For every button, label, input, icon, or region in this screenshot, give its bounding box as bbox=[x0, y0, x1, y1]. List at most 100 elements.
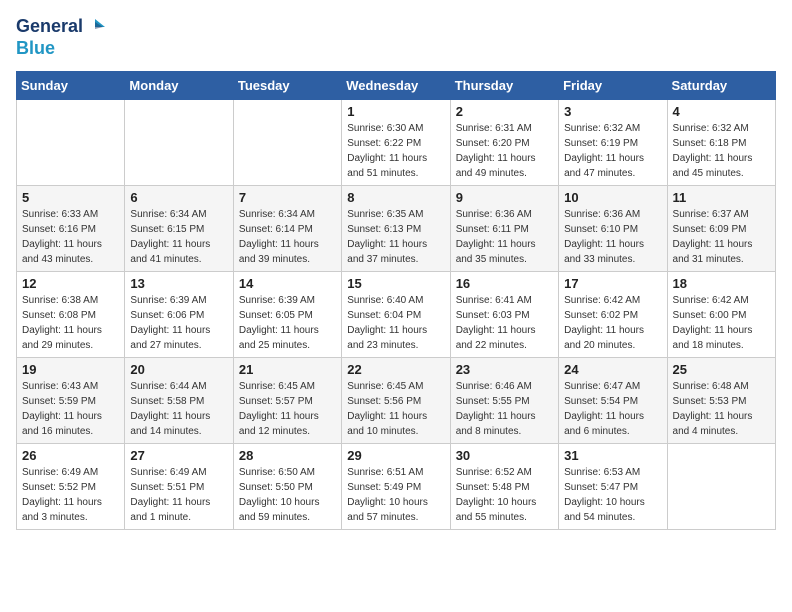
day-info: Sunrise: 6:51 AMSunset: 5:49 PMDaylight:… bbox=[347, 465, 444, 525]
logo: General Blue bbox=[16, 16, 105, 59]
day-number: 10 bbox=[564, 190, 661, 205]
weekday-header-tuesday: Tuesday bbox=[233, 72, 341, 100]
calendar-cell bbox=[233, 100, 341, 186]
day-number: 26 bbox=[22, 448, 119, 463]
calendar-cell: 2 Sunrise: 6:31 AMSunset: 6:20 PMDaylight… bbox=[450, 100, 558, 186]
calendar-week-row: 5 Sunrise: 6:33 AMSunset: 6:16 PMDaylight… bbox=[17, 186, 776, 272]
calendar-week-row: 26Sunrise: 6:49 AMSunset: 5:52 PMDayligh… bbox=[17, 444, 776, 530]
weekday-header-wednesday: Wednesday bbox=[342, 72, 450, 100]
logo-bird-icon bbox=[85, 17, 105, 37]
day-number: 12 bbox=[22, 276, 119, 291]
day-number: 29 bbox=[347, 448, 444, 463]
calendar-table: SundayMondayTuesdayWednesdayThursdayFrid… bbox=[16, 71, 776, 530]
day-number: 27 bbox=[130, 448, 227, 463]
day-info: Sunrise: 6:30 AMSunset: 6:22 PMDaylight:… bbox=[347, 121, 444, 181]
day-number: 5 bbox=[22, 190, 119, 205]
calendar-cell: 1 Sunrise: 6:30 AMSunset: 6:22 PMDaylight… bbox=[342, 100, 450, 186]
day-number: 21 bbox=[239, 362, 336, 377]
weekday-header-thursday: Thursday bbox=[450, 72, 558, 100]
day-number: 28 bbox=[239, 448, 336, 463]
calendar-cell bbox=[17, 100, 125, 186]
day-info: Sunrise: 6:39 AMSunset: 6:06 PMDaylight:… bbox=[130, 293, 227, 353]
calendar-cell: 18 Sunrise: 6:42 AMSunset: 6:00 PMDayligh… bbox=[667, 272, 775, 358]
logo-container: General Blue bbox=[16, 16, 105, 59]
calendar-cell: 28Sunrise: 6:50 AMSunset: 5:50 PMDayligh… bbox=[233, 444, 341, 530]
day-number: 9 bbox=[456, 190, 553, 205]
calendar-cell: 20Sunrise: 6:44 AMSunset: 5:58 PMDayligh… bbox=[125, 358, 233, 444]
day-info: Sunrise: 6:38 AMSunset: 6:08 PMDaylight:… bbox=[22, 293, 119, 353]
weekday-header-friday: Friday bbox=[559, 72, 667, 100]
day-info: Sunrise: 6:31 AMSunset: 6:20 PMDaylight:… bbox=[456, 121, 553, 181]
day-info: Sunrise: 6:45 AMSunset: 5:57 PMDaylight:… bbox=[239, 379, 336, 439]
calendar-cell: 7Sunrise: 6:34 AMSunset: 6:14 PMDaylight… bbox=[233, 186, 341, 272]
day-number: 11 bbox=[673, 190, 770, 205]
day-info: Sunrise: 6:32 AMSunset: 6:19 PMDaylight:… bbox=[564, 121, 661, 181]
calendar-cell: 17Sunrise: 6:42 AMSunset: 6:02 PMDayligh… bbox=[559, 272, 667, 358]
calendar-cell: 14 Sunrise: 6:39 AMSunset: 6:05 PMDayligh… bbox=[233, 272, 341, 358]
calendar-cell: 13 Sunrise: 6:39 AMSunset: 6:06 PMDayligh… bbox=[125, 272, 233, 358]
day-info: Sunrise: 6:34 AMSunset: 6:15 PMDaylight:… bbox=[130, 207, 227, 267]
day-info: Sunrise: 6:53 AMSunset: 5:47 PMDaylight:… bbox=[564, 465, 661, 525]
day-info: Sunrise: 6:39 AMSunset: 6:05 PMDaylight:… bbox=[239, 293, 336, 353]
day-info: Sunrise: 6:42 AMSunset: 6:00 PMDaylight:… bbox=[673, 293, 770, 353]
calendar-cell: 19Sunrise: 6:43 AMSunset: 5:59 PMDayligh… bbox=[17, 358, 125, 444]
day-number: 16 bbox=[456, 276, 553, 291]
calendar-cell: 9 Sunrise: 6:36 AMSunset: 6:11 PMDaylight… bbox=[450, 186, 558, 272]
day-info: Sunrise: 6:34 AMSunset: 6:14 PMDaylight:… bbox=[239, 207, 336, 267]
day-info: Sunrise: 6:48 AMSunset: 5:53 PMDaylight:… bbox=[673, 379, 770, 439]
day-number: 14 bbox=[239, 276, 336, 291]
calendar-cell: 11 Sunrise: 6:37 AMSunset: 6:09 PMDayligh… bbox=[667, 186, 775, 272]
day-number: 2 bbox=[456, 104, 553, 119]
day-info: Sunrise: 6:37 AMSunset: 6:09 PMDaylight:… bbox=[673, 207, 770, 267]
day-number: 1 bbox=[347, 104, 444, 119]
calendar-cell: 5 Sunrise: 6:33 AMSunset: 6:16 PMDaylight… bbox=[17, 186, 125, 272]
calendar-cell: 25 Sunrise: 6:48 AMSunset: 5:53 PMDayligh… bbox=[667, 358, 775, 444]
day-info: Sunrise: 6:46 AMSunset: 5:55 PMDaylight:… bbox=[456, 379, 553, 439]
calendar-cell: 22 Sunrise: 6:45 AMSunset: 5:56 PMDayligh… bbox=[342, 358, 450, 444]
day-number: 3 bbox=[564, 104, 661, 119]
calendar-cell: 21 Sunrise: 6:45 AMSunset: 5:57 PMDayligh… bbox=[233, 358, 341, 444]
calendar-week-row: 1 Sunrise: 6:30 AMSunset: 6:22 PMDaylight… bbox=[17, 100, 776, 186]
day-info: Sunrise: 6:45 AMSunset: 5:56 PMDaylight:… bbox=[347, 379, 444, 439]
calendar-week-row: 19Sunrise: 6:43 AMSunset: 5:59 PMDayligh… bbox=[17, 358, 776, 444]
calendar-cell: 30Sunrise: 6:52 AMSunset: 5:48 PMDayligh… bbox=[450, 444, 558, 530]
day-info: Sunrise: 6:40 AMSunset: 6:04 PMDaylight:… bbox=[347, 293, 444, 353]
day-info: Sunrise: 6:41 AMSunset: 6:03 PMDaylight:… bbox=[456, 293, 553, 353]
calendar-cell: 6 Sunrise: 6:34 AMSunset: 6:15 PMDaylight… bbox=[125, 186, 233, 272]
day-info: Sunrise: 6:33 AMSunset: 6:16 PMDaylight:… bbox=[22, 207, 119, 267]
weekday-header-sunday: Sunday bbox=[17, 72, 125, 100]
calendar-cell: 23 Sunrise: 6:46 AMSunset: 5:55 PMDayligh… bbox=[450, 358, 558, 444]
calendar-cell bbox=[667, 444, 775, 530]
day-info: Sunrise: 6:36 AMSunset: 6:10 PMDaylight:… bbox=[564, 207, 661, 267]
day-number: 8 bbox=[347, 190, 444, 205]
day-number: 6 bbox=[130, 190, 227, 205]
day-number: 19 bbox=[22, 362, 119, 377]
calendar-cell: 12 Sunrise: 6:38 AMSunset: 6:08 PMDayligh… bbox=[17, 272, 125, 358]
logo-general: General bbox=[16, 16, 83, 38]
day-number: 15 bbox=[347, 276, 444, 291]
calendar-cell bbox=[125, 100, 233, 186]
day-number: 25 bbox=[673, 362, 770, 377]
calendar-cell: 29 Sunrise: 6:51 AMSunset: 5:49 PMDayligh… bbox=[342, 444, 450, 530]
day-number: 20 bbox=[130, 362, 227, 377]
calendar-week-row: 12 Sunrise: 6:38 AMSunset: 6:08 PMDayligh… bbox=[17, 272, 776, 358]
day-number: 13 bbox=[130, 276, 227, 291]
calendar-cell: 15 Sunrise: 6:40 AMSunset: 6:04 PMDayligh… bbox=[342, 272, 450, 358]
calendar-cell: 10 Sunrise: 6:36 AMSunset: 6:10 PMDayligh… bbox=[559, 186, 667, 272]
calendar-cell: 24 Sunrise: 6:47 AMSunset: 5:54 PMDayligh… bbox=[559, 358, 667, 444]
calendar-header-row: SundayMondayTuesdayWednesdayThursdayFrid… bbox=[17, 72, 776, 100]
day-number: 23 bbox=[456, 362, 553, 377]
day-info: Sunrise: 6:47 AMSunset: 5:54 PMDaylight:… bbox=[564, 379, 661, 439]
day-number: 24 bbox=[564, 362, 661, 377]
logo-blue: Blue bbox=[16, 38, 55, 60]
day-info: Sunrise: 6:35 AMSunset: 6:13 PMDaylight:… bbox=[347, 207, 444, 267]
day-number: 18 bbox=[673, 276, 770, 291]
day-info: Sunrise: 6:32 AMSunset: 6:18 PMDaylight:… bbox=[673, 121, 770, 181]
day-number: 30 bbox=[456, 448, 553, 463]
day-info: Sunrise: 6:36 AMSunset: 6:11 PMDaylight:… bbox=[456, 207, 553, 267]
calendar-cell: 4Sunrise: 6:32 AMSunset: 6:18 PMDaylight… bbox=[667, 100, 775, 186]
day-info: Sunrise: 6:42 AMSunset: 6:02 PMDaylight:… bbox=[564, 293, 661, 353]
calendar-cell: 27Sunrise: 6:49 AMSunset: 5:51 PMDayligh… bbox=[125, 444, 233, 530]
day-number: 22 bbox=[347, 362, 444, 377]
calendar-cell: 16 Sunrise: 6:41 AMSunset: 6:03 PMDayligh… bbox=[450, 272, 558, 358]
